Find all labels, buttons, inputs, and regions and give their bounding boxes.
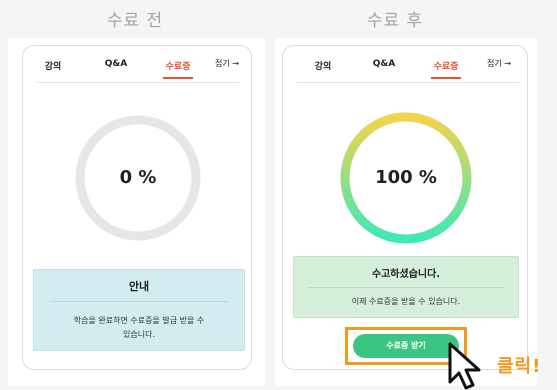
before-card: 강의 Q&A 수료증 접기 → 0 % 안내 학습을 완료하면 수료증을 발급 … (22, 45, 252, 370)
before-notice-title: 안내 (128, 280, 150, 293)
before-tab-bar: 강의 Q&A 수료증 접기 → (23, 46, 251, 84)
fold-button[interactable]: 접기 → (215, 58, 239, 69)
after-heading: 수료 후 (366, 11, 424, 31)
after-notice: 수고하셨습니다. 이제 수료증을 받을 수 있습니다. (293, 256, 519, 318)
before-notice-divider (50, 301, 228, 302)
tab-qna[interactable]: Q&A (371, 59, 397, 69)
before-heading: 수료 전 (106, 11, 164, 31)
before-panel: 강의 Q&A 수료증 접기 → 0 % 안내 학습을 완료하면 수료증을 발급 … (8, 38, 265, 386)
after-notice-divider (308, 287, 504, 288)
before-notice-body: 학습을 완료하면 수료증을 발급 받을 수 있습니다. (34, 314, 244, 342)
download-certificate-button[interactable]: 수료증 받기 (353, 334, 459, 358)
tab-certificate[interactable]: 수료증 (161, 59, 195, 72)
before-notice-line2: 있습니다. (123, 330, 155, 339)
after-card: 강의 Q&A 수료증 접기 → 100 % 수고하셨습니다. 이제 수료증을 받… (282, 45, 528, 370)
click-callout: 클릭! (497, 356, 542, 377)
arrow-right-icon: → (504, 59, 511, 68)
before-progress-label: 0 % (119, 167, 157, 188)
fold-label: 접기 (215, 59, 230, 68)
tab-qna[interactable]: Q&A (103, 59, 129, 69)
after-notice-title: 수고하셨습니다. (371, 269, 441, 280)
cursor-pointer-icon (448, 342, 481, 390)
tab-divider (37, 82, 239, 83)
arrow-right-icon: → (232, 59, 239, 68)
after-notice-body: 이제 수료증을 받을 수 있습니다. (351, 297, 461, 306)
tab-divider (297, 82, 519, 83)
tab-lecture[interactable]: 강의 (41, 59, 65, 72)
fold-button[interactable]: 접기 → (487, 58, 511, 69)
after-tab-bar: 강의 Q&A 수료증 접기 → (283, 46, 527, 84)
before-notice-line1: 학습을 완료하면 수료증을 발급 받을 수 (73, 316, 205, 325)
tab-active-underline (431, 77, 461, 79)
tab-certificate[interactable]: 수료증 (429, 59, 463, 72)
tab-active-underline (163, 77, 193, 79)
after-progress-label: 100 % (375, 167, 437, 188)
fold-label: 접기 (487, 59, 502, 68)
before-notice: 안내 학습을 완료하면 수료증을 발급 받을 수 있습니다. (33, 269, 245, 351)
tab-lecture[interactable]: 강의 (311, 59, 335, 72)
after-panel: 강의 Q&A 수료증 접기 → 100 % 수고하셨습니다. 이제 수료증을 받… (275, 38, 537, 386)
